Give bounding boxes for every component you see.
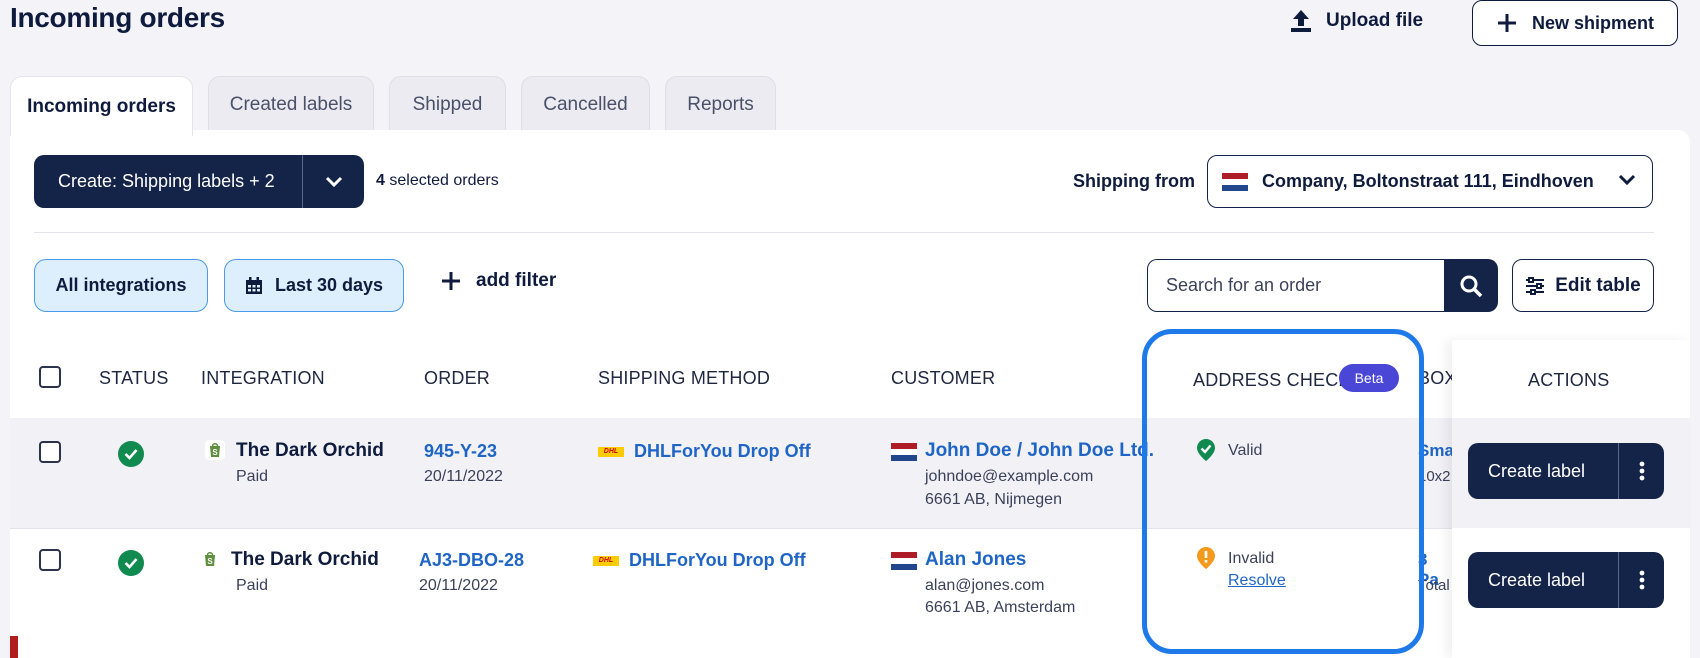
dhl-logo-icon: DHL <box>598 446 624 457</box>
plus-icon <box>1497 14 1516 32</box>
customer-address: 6661 AB, Nijmegen <box>925 491 1062 508</box>
edit-table-button[interactable]: Edit table <box>1512 259 1654 312</box>
all-integrations-filter[interactable]: All integrations <box>34 259 208 312</box>
row-checkbox[interactable] <box>39 549 61 571</box>
box-dimensions: 10x2 <box>1418 468 1451 485</box>
create-label-text: Create label <box>1488 460 1586 481</box>
order-date: 20/11/2022 <box>424 468 503 485</box>
netherlands-flag-icon <box>891 443 917 461</box>
column-header-integration[interactable]: INTEGRATION <box>201 368 325 389</box>
create-label-button[interactable]: Create label <box>1468 552 1664 608</box>
upload-file-button[interactable]: Upload file <box>1288 6 1423 36</box>
column-header-order[interactable]: ORDER <box>424 368 490 389</box>
check-circle-icon <box>118 441 144 467</box>
search-input[interactable] <box>1147 259 1445 312</box>
selected-count-suffix: selected orders <box>389 172 499 189</box>
shipping-from-value: Company, Boltonstraat 111, Eindhoven <box>1262 171 1594 191</box>
shipping-method-link[interactable]: DHL DHLForYou Drop Off <box>598 441 811 462</box>
create-shipping-labels-button[interactable]: Create: Shipping labels + 2 <box>34 155 364 208</box>
tab-created-labels[interactable]: Created labels <box>208 76 374 132</box>
box-name: Sma <box>1418 441 1452 460</box>
add-filter-button[interactable]: add filter <box>440 270 556 292</box>
tab-reports[interactable]: Reports <box>665 76 776 132</box>
all-integrations-label: All integrations <box>55 275 187 295</box>
new-shipment-button[interactable]: New shipment <box>1472 0 1678 46</box>
integration-name: The Dark Orchid <box>236 440 384 461</box>
column-header-customer[interactable]: CUSTOMER <box>891 368 995 389</box>
row-indicator-bar <box>10 636 18 658</box>
shopify-icon: S <box>205 440 225 460</box>
column-header-actions: ACTIONS <box>1528 370 1610 390</box>
more-options-icon[interactable] <box>1619 461 1664 481</box>
shield-warning-icon <box>1196 546 1216 575</box>
customer-email: johndoe@example.com <box>925 468 1094 485</box>
customer-email: alan@jones.com <box>925 577 1045 594</box>
tab-cancelled[interactable]: Cancelled <box>521 76 650 132</box>
customer-address: 6661 AB, Amsterdam <box>925 599 1076 616</box>
edit-table-label: Edit table <box>1555 274 1641 296</box>
svg-text:S: S <box>212 448 218 457</box>
new-shipment-label: New shipment <box>1531 12 1655 33</box>
shipping-from-select[interactable]: Company, Boltonstraat 111, Eindhoven <box>1207 155 1653 208</box>
address-status: Valid <box>1228 442 1263 459</box>
date-range-filter[interactable]: Last 30 days <box>224 259 404 312</box>
row-checkbox[interactable] <box>39 441 61 463</box>
shipping-from-label: Shipping from <box>1073 171 1195 191</box>
netherlands-flag-icon <box>891 552 917 570</box>
toolbar-divider <box>34 232 1654 233</box>
payment-status: Paid <box>236 577 269 594</box>
check-circle-icon <box>118 550 144 576</box>
column-header-box[interactable]: BOX <box>1418 368 1452 389</box>
chevron-down-icon[interactable] <box>303 176 364 188</box>
sliders-icon <box>1526 276 1545 295</box>
payment-status: Paid <box>236 468 269 485</box>
shopify-icon: S <box>200 549 220 569</box>
plus-icon <box>442 272 460 290</box>
box-dimensions: Total <box>1418 577 1450 594</box>
address-status: Invalid <box>1228 550 1275 567</box>
beta-badge: Beta <box>1339 364 1399 392</box>
select-all-checkbox[interactable] <box>39 366 61 388</box>
shipping-method-link[interactable]: DHL DHLForYou Drop Off <box>593 550 806 571</box>
create-shipping-labels-label: Create: Shipping labels + 2 <box>58 171 275 191</box>
chevron-down-icon <box>1618 170 1636 191</box>
column-header-address-check[interactable]: ADDRESS CHECK <box>1193 370 1351 391</box>
integration-name: The Dark Orchid <box>231 549 379 570</box>
tab-shipped[interactable]: Shipped <box>389 76 506 132</box>
customer-name-link[interactable]: Alan Jones <box>925 549 1026 571</box>
selected-orders-count: 4 selected orders <box>376 172 499 190</box>
selected-count-number: 4 <box>376 172 385 189</box>
row-divider <box>10 528 1690 529</box>
date-range-label: Last 30 days <box>274 275 384 295</box>
create-label-text: Create label <box>1488 569 1586 590</box>
shipping-method-label: DHLForYou Drop Off <box>634 441 811 461</box>
svg-text:S: S <box>207 557 213 566</box>
more-options-icon[interactable] <box>1619 570 1664 590</box>
netherlands-flag-icon <box>1222 172 1248 191</box>
add-filter-label: add filter <box>476 270 557 291</box>
shield-check-icon <box>1196 438 1216 467</box>
order-id-link[interactable]: AJ3-DBO-28 <box>419 550 524 571</box>
calendar-icon <box>245 276 262 294</box>
column-header-status[interactable]: STATUS <box>99 368 169 389</box>
customer-name-link[interactable]: John Doe / John Doe Ltd. <box>925 440 1154 462</box>
page-title: Incoming orders <box>10 2 225 33</box>
tab-incoming-orders[interactable]: Incoming orders <box>10 76 193 136</box>
resolve-address-link[interactable]: Resolve <box>1228 572 1286 590</box>
upload-file-label: Upload file <box>1326 10 1424 31</box>
order-date: 20/11/2022 <box>419 577 498 594</box>
upload-icon <box>1291 10 1311 32</box>
dhl-logo-icon: DHL <box>593 555 619 566</box>
column-header-shipping-method[interactable]: SHIPPING METHOD <box>598 368 770 389</box>
search-button[interactable] <box>1444 259 1498 312</box>
shipping-method-label: DHLForYou Drop Off <box>629 550 806 570</box>
create-label-button[interactable]: Create label <box>1468 443 1664 499</box>
order-id-link[interactable]: 945-Y-23 <box>424 441 497 462</box>
search-icon <box>1460 275 1483 297</box>
